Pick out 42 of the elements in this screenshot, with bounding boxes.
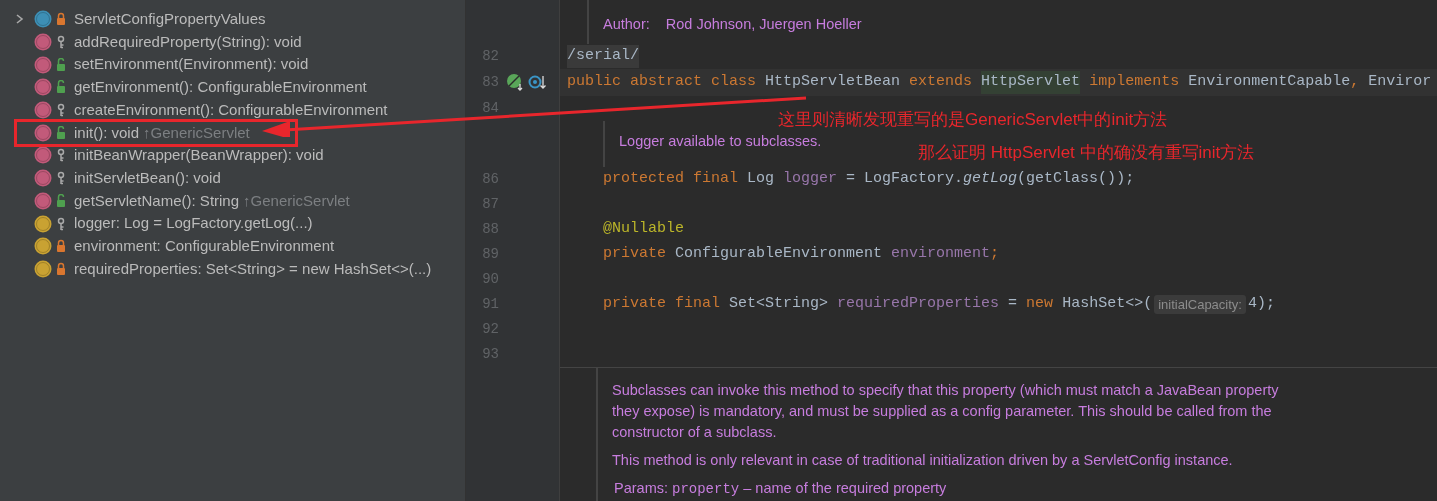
annotation-note: 这里则清晰发现重写的是GenericServlet中的init方法 xyxy=(778,109,1168,131)
member-label[interactable]: initBeanWrapper(BeanWrapper): void xyxy=(74,144,324,167)
field-icon xyxy=(34,237,52,256)
method-icon xyxy=(34,101,52,120)
doc-text: – name of the required property xyxy=(743,479,947,498)
method-icon xyxy=(34,169,52,188)
class-icon xyxy=(34,10,52,29)
method-icon xyxy=(34,146,52,165)
method-icon xyxy=(34,191,52,210)
doc-text: This method is only relevant in case of traditional initialization driven by a ServletConfig instance. xyxy=(612,452,1233,468)
method-icon xyxy=(34,55,52,74)
code-line: protected final Log logger = LogFactory.getLog(getClass()); xyxy=(602,169,1135,190)
inherited-from: ↑GenericServlet xyxy=(243,190,350,211)
method-icon xyxy=(34,78,52,97)
member-label[interactable]: requiredProperties: Set<String> = new HashSet<>(...) xyxy=(74,257,432,281)
implemented-icon[interactable] xyxy=(528,73,548,91)
member-label[interactable]: init(): void xyxy=(74,121,140,145)
member-label[interactable]: addRequiredProperty(String): void xyxy=(74,30,302,54)
member-label[interactable]: createEnvironment(): ConfigurableEnvironment xyxy=(74,98,388,122)
member-label[interactable]: initServletBean(): void xyxy=(74,166,221,190)
method-icon xyxy=(34,33,52,52)
doc-text: Subclasses can invoke this method to specify that this property (which must match a JavaBean property they expose) is mandatory, and must be supplied as a config parameter. This should be called from the constructor of a subclass. xyxy=(612,382,1279,440)
member-label[interactable]: getServletName(): String xyxy=(74,189,240,213)
member-label[interactable]: environment: ConfigurableEnvironment xyxy=(74,234,335,258)
param-name: property xyxy=(672,480,740,499)
code-line: @Nullable xyxy=(602,219,685,240)
doc-label: Params: xyxy=(614,479,668,498)
doc-text: Logger available to subclasses. xyxy=(619,133,822,149)
inherited-from: ↑GenericServlet xyxy=(143,122,250,143)
member-label[interactable]: setEnvironment(Environment): void xyxy=(74,53,309,76)
doc-label: Author: xyxy=(603,15,650,34)
code-line: public abstract class HttpServletBean extends HttpServlet implements EnvironmentCapable, Enviror xyxy=(567,71,1432,94)
member-label[interactable]: logger: Log = LogFactory.getLog(...) xyxy=(74,212,313,235)
field-icon xyxy=(34,259,52,278)
member-label[interactable]: ServletConfigPropertyValues xyxy=(74,8,266,31)
annotation-note: 那么证明 HttpServlet 中的确没有重写init方法 xyxy=(918,142,1255,164)
method-icon xyxy=(34,123,52,142)
member-label[interactable]: getEnvironment(): ConfigurableEnvironment xyxy=(74,76,367,99)
code-line: private final Set<String> requiredProperties = new HashSet<>( initialCapacity: 4); xyxy=(602,293,1275,316)
field-icon xyxy=(34,214,52,233)
code-line: private ConfigurableEnvironment environment; xyxy=(602,244,1000,265)
doc-text: Rod Johnson, Juergen Hoeller xyxy=(665,15,862,34)
